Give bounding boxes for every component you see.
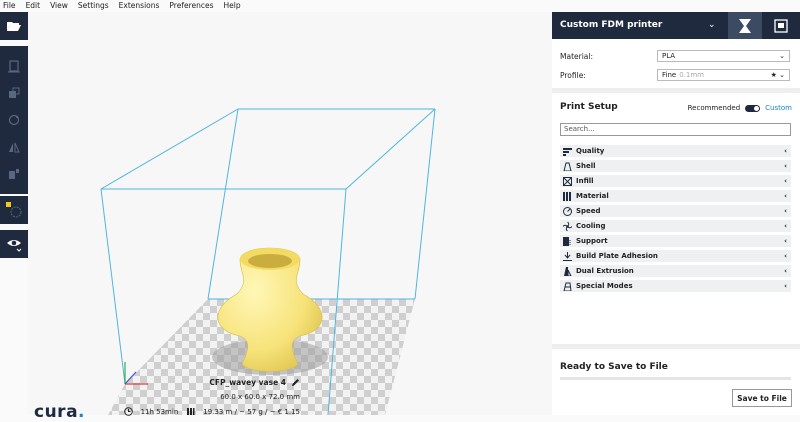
- printer-name[interactable]: Custom FDM printer: [560, 12, 662, 39]
- view-mode-icon: [7, 240, 22, 252]
- support-blocker-button[interactable]: [0, 196, 28, 224]
- shell-icon: [562, 161, 572, 171]
- job-info: CFP_wavey vase 4 60.0 x 60.0 x 72.0 mm 1…: [123, 378, 300, 416]
- job-dimensions: 60.0 x 60.0 x 72.0 mm: [220, 393, 300, 401]
- support-icon: [562, 236, 572, 246]
- chevron-left-icon: ‹: [784, 282, 787, 290]
- support-blocker-icon: [6, 202, 22, 218]
- 3d-viewport[interactable]: cura. CFP_wavey vase 4 60.0 x 60.0 x 72.…: [28, 12, 552, 422]
- profile-label: Profile:: [560, 71, 586, 80]
- category-speed[interactable]: Speed ‹: [560, 205, 791, 217]
- chevron-down-icon[interactable]: ⌄: [708, 12, 716, 39]
- quality-icon: [562, 146, 572, 156]
- rotate-icon[interactable]: [7, 113, 21, 127]
- divider: [552, 88, 800, 93]
- category-dual-extrusion[interactable]: Dual Extrusion ‹: [560, 265, 791, 277]
- menu-file[interactable]: File: [3, 0, 16, 12]
- menu-bar: File Edit View Settings Extensions Prefe…: [0, 0, 552, 12]
- adhesion-icon: [562, 251, 572, 261]
- print-setup-title: Print Setup: [560, 102, 618, 112]
- mirror-icon[interactable]: [7, 140, 21, 154]
- edit-pencil-icon[interactable]: [291, 378, 300, 387]
- chevron-left-icon: ‹: [784, 252, 787, 260]
- mode-switch[interactable]: [745, 104, 761, 112]
- panel-header: Custom FDM printer ⌄: [552, 12, 800, 39]
- chevron-left-icon: ‹: [784, 162, 787, 170]
- open-file-button[interactable]: [0, 12, 28, 40]
- monitor-icon: [774, 18, 788, 33]
- menu-settings[interactable]: Settings: [78, 0, 109, 12]
- menu-preferences[interactable]: Preferences: [169, 0, 213, 12]
- category-cooling[interactable]: Cooling ‹: [560, 220, 791, 232]
- left-toolbar: [0, 12, 28, 415]
- material-icon: [562, 191, 572, 201]
- menu-edit[interactable]: Edit: [26, 0, 41, 12]
- divider: [552, 344, 800, 349]
- translate-icon[interactable]: [7, 59, 21, 73]
- category-material[interactable]: Material ‹: [560, 190, 791, 202]
- category-support[interactable]: Support ‹: [560, 235, 791, 247]
- chevron-down-icon: ⌄: [779, 52, 785, 60]
- mode-custom[interactable]: Custom: [765, 104, 792, 112]
- mode-recommended[interactable]: Recommended: [688, 104, 741, 112]
- dual-extrusion-icon: [562, 266, 572, 276]
- chevron-left-icon: ‹: [784, 267, 787, 275]
- cooling-icon: [562, 221, 572, 231]
- transform-tools: [0, 46, 28, 194]
- per-model-settings-icon[interactable]: [7, 167, 21, 181]
- material-select[interactable]: PLA ⌄: [657, 50, 790, 62]
- job-name-row: CFP_wavey vase 4: [124, 378, 300, 387]
- special-modes-icon: [562, 281, 572, 291]
- scale-icon[interactable]: [7, 86, 21, 100]
- category-special-modes[interactable]: Special Modes ‹: [560, 280, 791, 292]
- tab-monitor[interactable]: [764, 12, 798, 39]
- category-infill[interactable]: Infill ‹: [560, 175, 791, 187]
- menu-help[interactable]: Help: [224, 0, 241, 12]
- cura-logo: cura.: [34, 402, 86, 422]
- speed-icon: [562, 206, 572, 216]
- category-shell[interactable]: Shell ‹: [560, 160, 791, 172]
- tab-prepare[interactable]: [728, 12, 762, 39]
- settings-search-input[interactable]: Search...: [560, 123, 791, 136]
- settings-panel: Custom FDM printer ⌄ Material: PLA ⌄ Pro…: [552, 12, 800, 415]
- menu-view[interactable]: View: [50, 0, 68, 12]
- view-mode-button[interactable]: [0, 230, 28, 258]
- chevron-left-icon: ‹: [784, 207, 787, 215]
- setup-mode-toggle: Recommended Custom: [688, 104, 792, 112]
- save-to-file-button[interactable]: Save to File: [732, 389, 792, 407]
- job-name: CFP_wavey vase 4: [209, 378, 286, 387]
- chevron-left-icon: ‹: [784, 222, 787, 230]
- profile-value: Fine: [662, 71, 677, 79]
- menu-extensions[interactable]: Extensions: [119, 0, 160, 12]
- prepare-icon: [739, 18, 751, 33]
- material-value: PLA: [662, 52, 676, 60]
- save-status: Ready to Save to File: [560, 362, 668, 372]
- material-label: Material:: [560, 52, 593, 61]
- material-usage: 19.33 m / ~ 57 g / ~ € 1.15: [203, 407, 300, 416]
- category-quality[interactable]: Quality ‹: [560, 145, 791, 157]
- chevron-down-icon: ★ ⌄: [770, 71, 785, 79]
- category-build-plate-adhesion[interactable]: Build Plate Adhesion ‹: [560, 250, 791, 262]
- infill-icon: [562, 176, 572, 186]
- chevron-left-icon: ‹: [784, 177, 787, 185]
- profile-hint: 0.1mm: [679, 71, 704, 79]
- print-time: 11h 53min: [140, 407, 179, 416]
- open-file-icon: [7, 22, 21, 31]
- save-progress-bar: [560, 377, 791, 380]
- profile-select[interactable]: Fine 0.1mm ★ ⌄: [657, 69, 790, 81]
- chevron-left-icon: ‹: [784, 237, 787, 245]
- build-volume-scene: [100, 108, 436, 415]
- chevron-left-icon: ‹: [784, 192, 787, 200]
- chevron-left-icon: ‹: [784, 147, 787, 155]
